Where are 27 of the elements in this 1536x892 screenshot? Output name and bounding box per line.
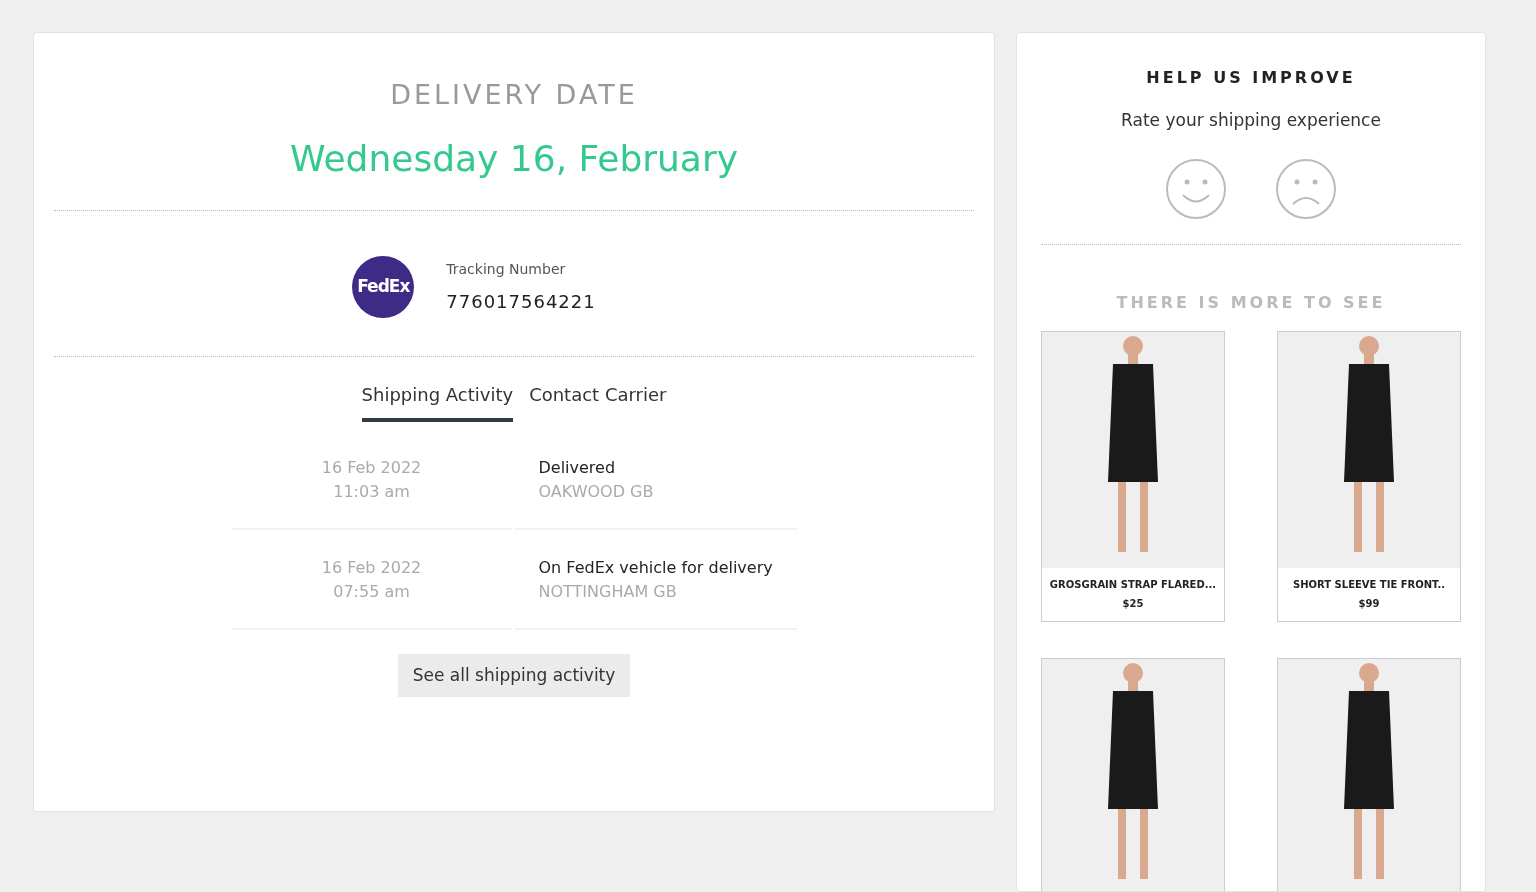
activity-time: 07:55 am bbox=[332, 580, 411, 603]
happy-face-icon[interactable] bbox=[1165, 157, 1227, 220]
see-all-activity-button[interactable]: See all shipping activity bbox=[397, 653, 631, 697]
activity-status: Delivered bbox=[538, 456, 617, 479]
activity-status: On FedEx vehicle for delivery bbox=[538, 556, 774, 579]
tab[interactable]: Contact Carrier bbox=[529, 380, 667, 422]
tracking-number: 776017564221 bbox=[446, 289, 596, 314]
feedback-heading: HELP US IMPROVE bbox=[1145, 67, 1357, 89]
product-price: $25 bbox=[1121, 596, 1145, 611]
product-card[interactable]: SHORT SLEEVE TIE FRONT.. $99 bbox=[1277, 330, 1461, 622]
product-name: SHORT SLEEVE TIE FRONT.. bbox=[1291, 577, 1447, 592]
activity-location: NOTTINGHAM GB bbox=[538, 580, 678, 603]
activity-date: 16 Feb 2022 bbox=[320, 456, 423, 479]
delivery-date: Wednesday 16, February bbox=[288, 136, 740, 181]
activity-time: 11:03 am bbox=[332, 480, 411, 503]
activity-date: 16 Feb 2022 bbox=[320, 556, 423, 579]
product-price: $99 bbox=[1357, 596, 1381, 611]
more-to-see-heading: THERE IS MORE TO SEE bbox=[1115, 291, 1387, 314]
product-card[interactable]: GROSGRAIN STRAP FLARED... $25 bbox=[1041, 330, 1225, 622]
carrier-logo: FedEx bbox=[352, 255, 415, 318]
sad-face-icon[interactable] bbox=[1275, 157, 1337, 220]
activity-location: OAKWOOD GB bbox=[538, 480, 655, 503]
feedback-prompt: Rate your shipping experience bbox=[1120, 109, 1382, 132]
delivery-date-heading: DELIVERY DATE bbox=[389, 78, 639, 112]
tab[interactable]: Shipping Activity bbox=[361, 380, 514, 422]
tracking-label: Tracking Number bbox=[446, 259, 567, 279]
product-name: GROSGRAIN STRAP FLARED... bbox=[1048, 577, 1218, 592]
